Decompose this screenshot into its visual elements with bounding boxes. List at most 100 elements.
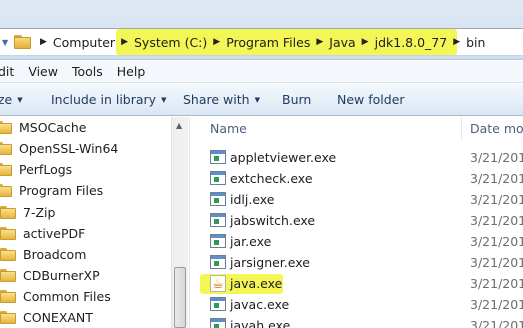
file-row-jar[interactable]: jar.exe 3/21/2016: [191, 231, 523, 252]
file-name: appletviewer.exe: [230, 150, 337, 165]
nav-item-activepdf[interactable]: activePDF: [0, 223, 85, 244]
nav-item-label: CONEXANT: [23, 310, 93, 325]
file-row-idlj[interactable]: idlj.exe 3/21/2016: [191, 189, 523, 210]
chevron-down-icon: ▼: [161, 96, 167, 104]
nav-item-7zip[interactable]: 7-Zip: [0, 202, 55, 223]
file-row-jabswitch[interactable]: jabswitch.exe 3/21/2016: [191, 210, 523, 231]
breadcrumb-computer[interactable]: Computer: [53, 35, 115, 50]
file-row-jarsigner[interactable]: jarsigner.exe 3/21/2016: [191, 252, 523, 273]
folder-icon: [0, 121, 12, 134]
nav-item-msocache[interactable]: MSOCache: [0, 117, 86, 138]
navigation-pane: MSOCache OpenSSL-Win64 PerfLogs Program …: [0, 117, 190, 328]
address-bar-area: ▼ ▶ Computer ▶ System (C:) ▶ Program Fil…: [0, 0, 523, 60]
new-folder-button[interactable]: New folder: [337, 84, 405, 116]
nav-item-label: Common Files: [23, 289, 111, 304]
file-name: java.exe: [230, 276, 283, 291]
file-date: 3/21/2016: [470, 234, 523, 249]
file-row-javac[interactable]: javac.exe 3/21/2016: [191, 294, 523, 315]
nav-item-label: CDBurnerXP: [23, 268, 100, 283]
folder-icon: [0, 142, 12, 155]
column-divider[interactable]: [461, 117, 462, 141]
chevron-right-icon[interactable]: ▶: [453, 37, 460, 47]
folder-icon: [0, 290, 16, 303]
nav-item-perflogs[interactable]: PerfLogs: [0, 159, 72, 180]
file-date: 3/21/2016: [470, 213, 523, 228]
folder-icon: [0, 248, 16, 261]
nav-item-label: Program Files: [19, 183, 104, 198]
chevron-right-icon[interactable]: ▶: [362, 37, 369, 47]
file-name: jar.exe: [230, 234, 272, 249]
share-with-label: Share with: [183, 92, 250, 107]
executable-icon: [210, 297, 226, 311]
breadcrumb-system-c[interactable]: System (C:): [134, 35, 207, 50]
column-header-date[interactable]: Date mod: [470, 117, 523, 141]
nav-scrollbar[interactable]: ▲: [171, 117, 188, 328]
menu-help[interactable]: Help: [117, 64, 146, 79]
folder-icon: [0, 269, 16, 282]
nav-item-cdburnerxp[interactable]: CDBurnerXP: [0, 265, 100, 286]
burn-button[interactable]: Burn: [282, 84, 311, 116]
nav-item-label: OpenSSL-Win64: [19, 141, 119, 156]
nav-item-program-files[interactable]: Program Files: [0, 180, 103, 201]
folder-icon: [0, 206, 16, 219]
chevron-right-icon[interactable]: ▶: [40, 37, 47, 47]
file-date: 3/21/2016: [470, 276, 523, 291]
file-name: idlj.exe: [230, 192, 275, 207]
nav-item-label: PerfLogs: [19, 162, 73, 177]
file-date: 3/21/2016: [470, 192, 523, 207]
chevron-right-icon[interactable]: ▶: [213, 37, 220, 47]
file-name: extcheck.exe: [230, 171, 313, 186]
chevron-right-icon[interactable]: ▶: [316, 37, 323, 47]
column-header-name[interactable]: Name: [210, 117, 247, 141]
nav-item-label: 7-Zip: [23, 205, 56, 220]
executable-icon: [210, 213, 226, 227]
nav-item-openssl[interactable]: OpenSSL-Win64: [0, 138, 118, 159]
breadcrumb-jdk[interactable]: jdk1.8.0_77: [375, 35, 448, 50]
breadcrumb-bin[interactable]: bin: [466, 35, 485, 50]
nav-item-broadcom[interactable]: Broadcom: [0, 244, 86, 265]
scrollbar-thumb[interactable]: [174, 267, 186, 328]
menu-view[interactable]: View: [28, 64, 58, 79]
include-in-library-label: Include in library: [51, 92, 157, 107]
file-date: 3/21/2016: [470, 150, 523, 165]
executable-icon: [210, 171, 226, 185]
executable-icon: [210, 150, 226, 164]
file-row-appletviewer[interactable]: appletviewer.exe 3/21/2016: [191, 147, 523, 168]
nav-item-label: activePDF: [23, 226, 86, 241]
executable-icon: [210, 318, 226, 328]
folder-icon: [0, 163, 12, 176]
file-row-extcheck[interactable]: extcheck.exe 3/21/2016: [191, 168, 523, 189]
folder-icon: [14, 35, 31, 49]
file-row-javah[interactable]: javah.exe 3/21/2016: [191, 315, 523, 328]
file-row-java[interactable]: ☕ java.exe 3/21/2016: [191, 273, 523, 294]
menu-edit[interactable]: dit: [0, 64, 14, 79]
command-bar: ze ▼ Include in library ▼ Share with ▼ Burn…: [0, 84, 523, 116]
organize-label: ze: [0, 92, 13, 107]
file-name: javah.exe: [230, 318, 291, 328]
scroll-up-arrow-icon[interactable]: ▲: [176, 121, 182, 130]
executable-icon: [210, 192, 226, 206]
executable-icon: [210, 255, 226, 269]
file-date: 3/21/2016: [470, 318, 523, 328]
nav-item-common-files[interactable]: Common Files: [0, 286, 111, 307]
menu-bar: dit View Tools Help: [0, 61, 523, 83]
folder-icon: [0, 184, 12, 197]
nav-item-label: MSOCache: [19, 120, 87, 135]
file-date: 3/21/2016: [470, 297, 523, 312]
file-date: 3/21/2016: [470, 255, 523, 270]
menu-tools[interactable]: Tools: [72, 64, 103, 79]
share-with-button[interactable]: Share with ▼: [183, 84, 260, 116]
breadcrumb-java[interactable]: Java: [329, 35, 355, 50]
folder-icon: [0, 311, 16, 324]
file-date: 3/21/2016: [470, 171, 523, 186]
folder-icon: [0, 227, 16, 240]
nav-item-conexant[interactable]: CONEXANT: [0, 307, 93, 328]
organize-button[interactable]: ze ▼: [0, 84, 23, 116]
include-in-library-button[interactable]: Include in library ▼: [51, 84, 166, 116]
chevron-down-icon: ▼: [254, 96, 260, 104]
file-list: Name Date mod appletviewer.exe 3/21/2016…: [191, 117, 523, 328]
breadcrumb-program-files[interactable]: Program Files: [226, 35, 310, 50]
breadcrumb: ▶ Computer ▶ System (C:) ▶ Program Files…: [34, 28, 485, 56]
chevron-right-icon[interactable]: ▶: [121, 37, 128, 47]
address-history-dropdown-icon[interactable]: ▼: [2, 38, 8, 47]
